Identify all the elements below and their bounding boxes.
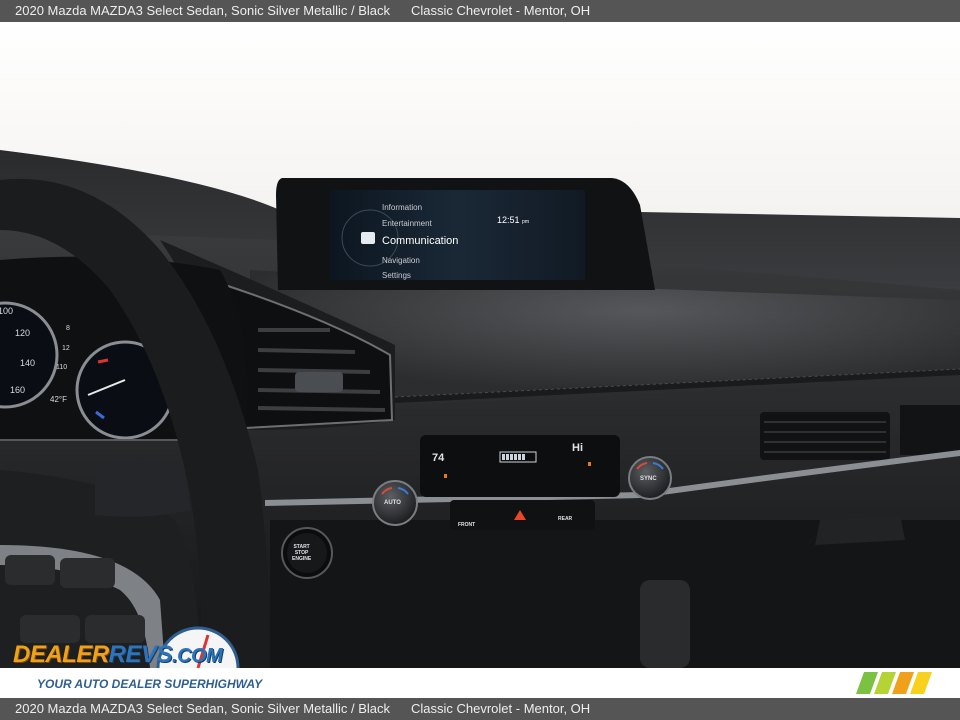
tach-tick-110: 110: [56, 364, 68, 371]
speed-tick-120: 120: [15, 328, 31, 338]
logo-part-revs: REVS: [108, 641, 173, 668]
clock-time: 12:51: [497, 215, 520, 225]
dashboard-photo: [0, 22, 960, 668]
screen-clock: 12:51 pm: [497, 215, 529, 225]
caption-dealer: Classic Chevrolet - Mentor, OH: [411, 3, 591, 18]
menu-item-settings: Settings: [382, 271, 411, 280]
auto-knob-label: AUTO: [384, 500, 401, 506]
dealerrevs-logo: DEALERREVS.COM YOUR AUTO DEALER SUPERHIG…: [13, 623, 273, 693]
speed-tick-160: 160: [10, 385, 26, 395]
right-temp-display: Hi: [572, 442, 583, 454]
caption-bar-top: 2020 Mazda MAZDA3 Select Sedan, Sonic Si…: [0, 0, 960, 22]
menu-item-information: Information: [382, 203, 423, 212]
menu-item-communication: Communication: [382, 235, 459, 247]
speed-tick-100: 100: [0, 306, 14, 316]
logo-tagline: YOUR AUTO DEALER SUPERHIGHWAY: [37, 677, 263, 691]
clock-suffix: pm: [522, 219, 529, 225]
caption-dealer-bottom: Classic Chevrolet - Mentor, OH: [411, 701, 591, 716]
front-defrost-label: FRONT: [458, 522, 476, 528]
color-stripes-logo: [856, 672, 932, 694]
sync-knob-label: SYNC: [640, 476, 657, 482]
logo-part-com: .COM: [172, 645, 223, 667]
left-temp-display: 74: [432, 452, 445, 464]
caption-title-bottom: 2020 Mazda MAZDA3 Select Sedan, Sonic Si…: [15, 701, 391, 716]
rear-defrost-label: REAR: [558, 516, 573, 522]
tach-tick-12: 12: [62, 345, 70, 352]
tach-tick-8: 8: [66, 325, 70, 332]
caption-title: 2020 Mazda MAZDA3 Select Sedan, Sonic Si…: [15, 3, 391, 18]
logo-part-dealer: DEALER: [13, 641, 109, 668]
speed-tick-140: 140: [20, 358, 36, 368]
outside-temp: 42°F: [50, 395, 67, 404]
menu-item-entertainment: Entertainment: [382, 219, 432, 228]
logo-wordmark: DEALERREVS.COM: [13, 641, 223, 669]
caption-bar-bottom: 2020 Mazda MAZDA3 Select Sedan, Sonic Si…: [0, 698, 960, 720]
start-stop-button-label: START STOP ENGINE: [292, 544, 312, 562]
menu-item-navigation: Navigation: [382, 256, 420, 265]
